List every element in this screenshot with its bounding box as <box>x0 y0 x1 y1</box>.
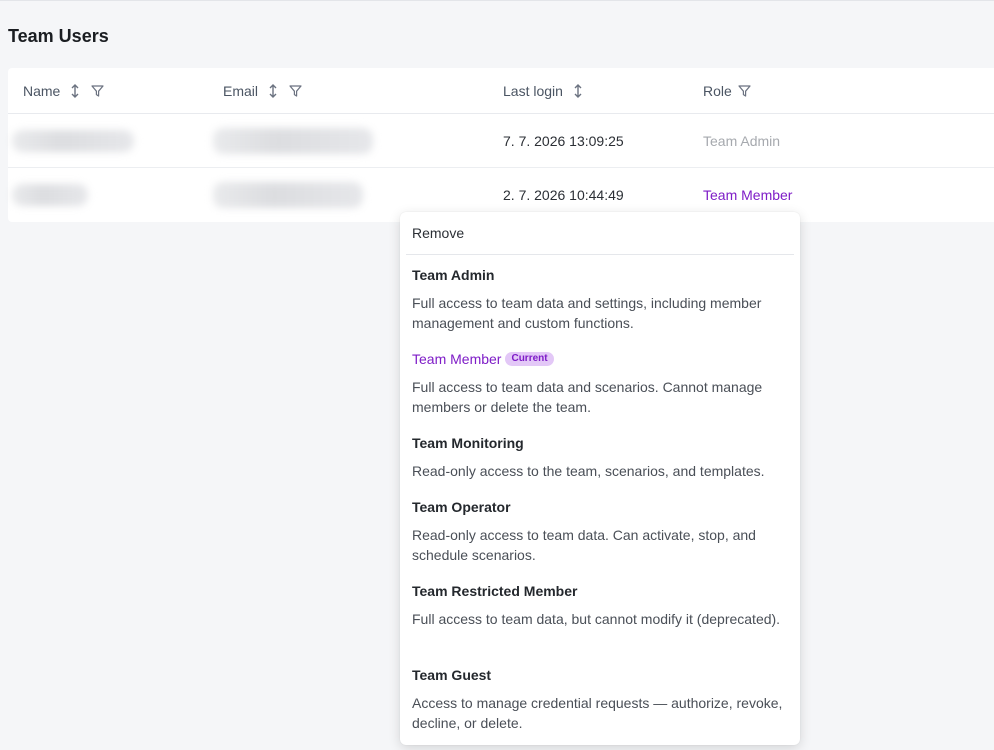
role-option-team-monitoring[interactable]: Team Monitoring Read-only access to the … <box>412 433 792 481</box>
menu-divider <box>406 254 794 255</box>
sort-arrows-icon[interactable] <box>68 83 82 99</box>
column-label-role: Role <box>703 83 732 99</box>
table-header: Name Email Last login Role <box>8 68 994 114</box>
filter-funnel-icon[interactable] <box>90 83 104 99</box>
column-header-role: Role <box>703 82 760 100</box>
filter-funnel-icon[interactable] <box>288 83 302 99</box>
role-cell[interactable]: Team Admin <box>703 114 780 168</box>
role-option-title: Team Guest <box>412 667 492 683</box>
role-option-title: Team Monitoring <box>412 435 524 451</box>
role-dropdown-menu: Remove Team Admin Full access to team da… <box>400 212 800 745</box>
current-badge: Current <box>505 352 554 366</box>
role-option-title: Team Restricted Member <box>412 583 578 599</box>
last-login-cell: 7. 7. 2026 13:09:25 <box>503 133 624 149</box>
sort-arrows-icon[interactable] <box>571 83 585 99</box>
redacted-name <box>12 130 134 152</box>
role-option-description: Full access to team data and scenarios. … <box>412 379 763 415</box>
role-option-description: Full access to team data, but cannot mod… <box>412 611 781 627</box>
role-option-description: Full access to team data and settings, i… <box>412 295 762 331</box>
page-title: Team Users <box>8 26 109 46</box>
users-table: Name Email Last login Role 7. 7. 2026 13… <box>8 68 994 222</box>
role-option-team-guest[interactable]: Team Guest Access to manage credential r… <box>412 665 792 733</box>
role-option-team-member[interactable]: Team Member Current Full access to team … <box>412 349 792 417</box>
role-option-description: Read-only access to team data. Can activ… <box>412 527 756 563</box>
sort-arrows-icon[interactable] <box>266 83 280 99</box>
column-header-last-login: Last login <box>503 82 593 100</box>
role-option-title: Team Member Current <box>412 349 792 369</box>
redacted-name <box>12 184 88 206</box>
role-option-title-text: Team Member <box>412 351 502 367</box>
table-row[interactable]: 7. 7. 2026 13:09:25 Team Admin <box>8 114 994 168</box>
column-header-name: Name <box>23 82 112 100</box>
role-option-team-restricted-member[interactable]: Team Restricted Member Full access to te… <box>412 581 792 629</box>
column-header-email: Email <box>223 82 310 100</box>
column-label-last-login: Last login <box>503 83 563 99</box>
remove-menu-item[interactable]: Remove <box>400 212 800 254</box>
role-option-team-admin[interactable]: Team Admin Full access to team data and … <box>412 265 792 333</box>
top-border <box>0 0 994 1</box>
redacted-email <box>213 128 373 154</box>
role-option-description: Read-only access to the team, scenarios,… <box>412 463 765 479</box>
column-label-name: Name <box>23 83 61 99</box>
role-option-team-operator[interactable]: Team Operator Read-only access to team d… <box>412 497 792 565</box>
column-label-email: Email <box>223 83 259 99</box>
role-option-title: Team Admin <box>412 267 495 283</box>
filter-funnel-icon[interactable] <box>738 83 752 99</box>
redacted-email <box>213 182 363 208</box>
role-option-description: Access to manage credential requests — a… <box>412 695 783 731</box>
role-option-title: Team Operator <box>412 499 511 515</box>
